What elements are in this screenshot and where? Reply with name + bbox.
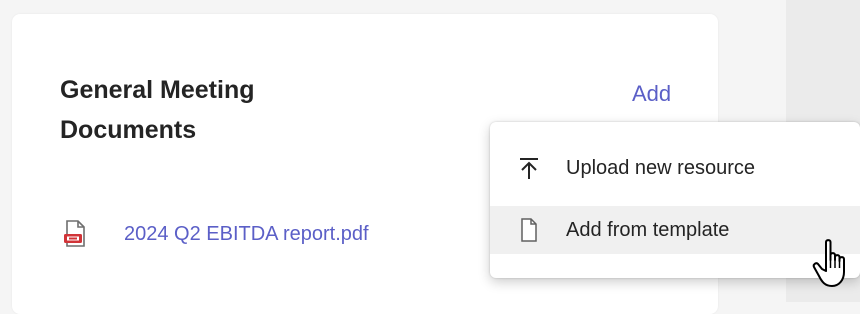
hand-cursor-icon [812, 238, 852, 290]
upload-icon [516, 155, 542, 181]
menu-item-label: Upload new resource [566, 156, 755, 179]
menu-item-upload-new-resource[interactable]: Upload new resource [490, 144, 860, 192]
top-strip [0, 0, 860, 12]
menu-item-add-from-template[interactable]: Add from template [490, 206, 860, 254]
menu-item-label: Add from template [566, 218, 730, 241]
document-icon [516, 217, 542, 243]
card-title: General Meeting Documents [60, 76, 255, 144]
add-dropdown-menu: Upload new resource Add from template [490, 122, 860, 278]
add-button[interactable]: Add [624, 75, 679, 113]
pdf-file-icon [60, 219, 90, 249]
file-list-item[interactable]: 2024 Q2 EBITDA report.pdf [60, 214, 369, 254]
file-link[interactable]: 2024 Q2 EBITDA report.pdf [124, 223, 369, 246]
